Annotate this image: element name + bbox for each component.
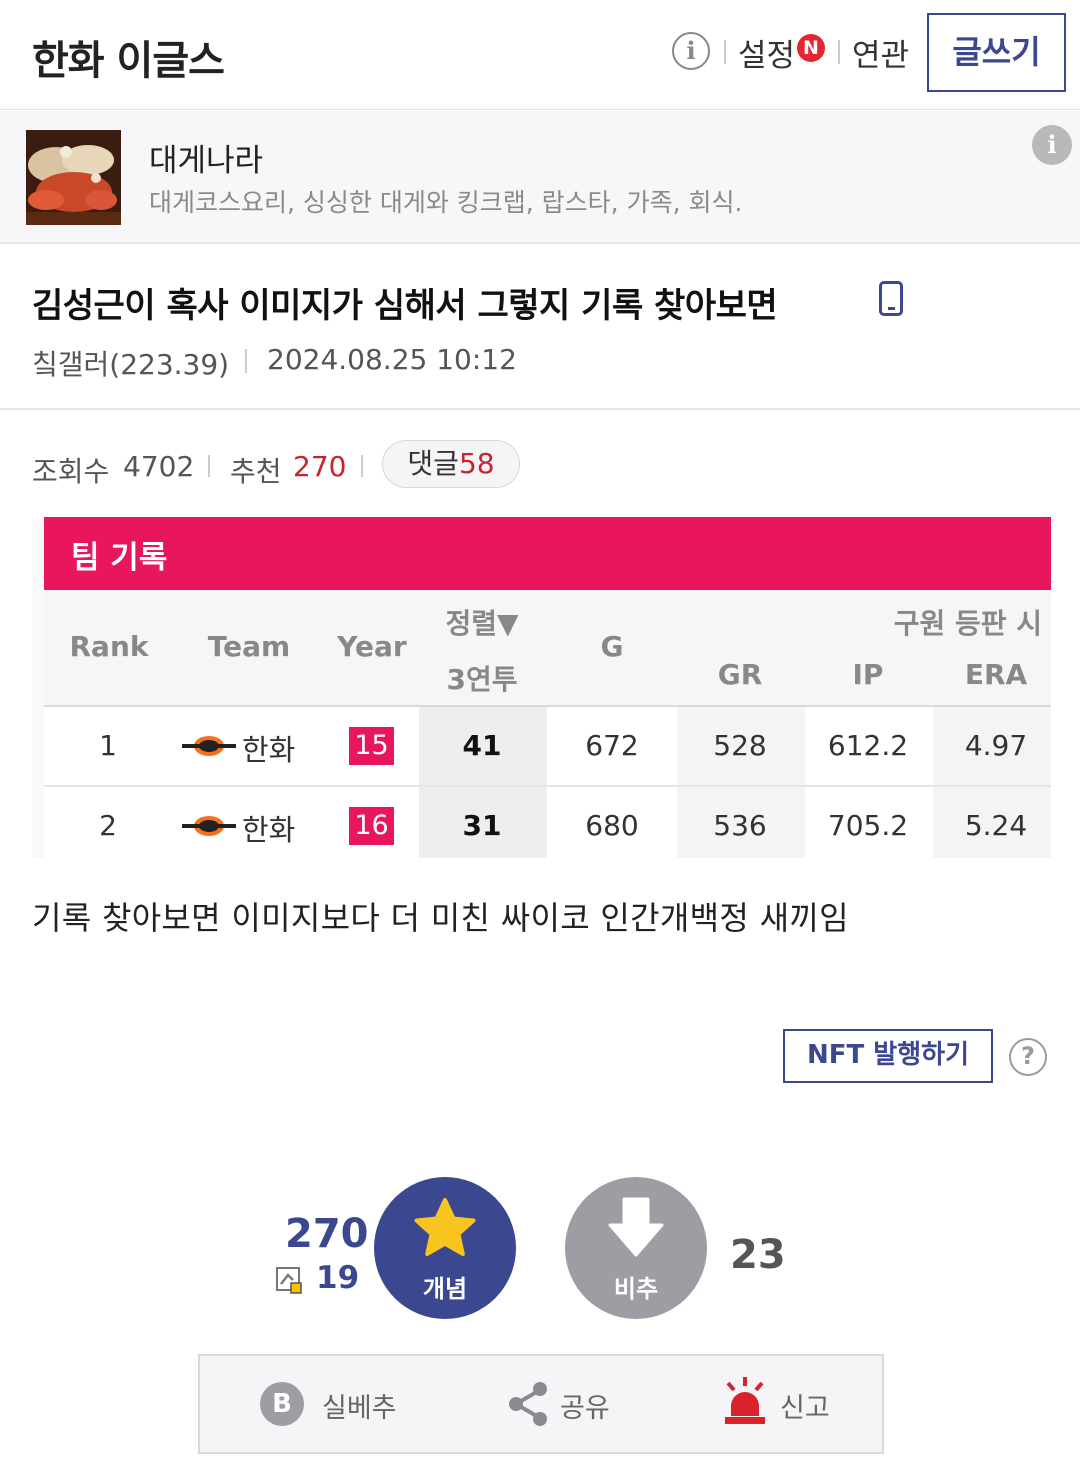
arrow-down-icon [608,1197,664,1257]
ip-cell: 705.2 [827,809,909,842]
col-g: G [600,630,624,663]
best-b-icon: B [260,1382,304,1426]
table-row: 2 한화 16 31 680 536 705.2 5.24 [44,787,1051,858]
post-author[interactable]: 칰갤러(223.39) [32,343,229,383]
divider [245,349,247,373]
nft-issue-button[interactable]: NFT 발행하기 [783,1029,993,1083]
action-bar: B 실베추 공유 신고 [198,1354,884,1454]
mobile-phone-icon [879,281,903,316]
best-recommend-button[interactable]: B 실베추 [260,1356,410,1452]
divider [724,40,726,64]
record-title: 팀 기록 [71,540,168,576]
year-badge: 16 [349,807,394,845]
post-date: 2024.08.25 10:12 [267,343,517,376]
comments-label: 댓글 [407,447,459,480]
g-cell: 680 [585,809,639,842]
views-label: 조회수 [32,455,110,488]
related-button[interactable]: 연관 [852,30,909,75]
recommend-label: 추천 [230,455,282,488]
post-body: 기록 찾아보면 이미지보다 더 미친 싸이코 인간개백정 새끼임 [32,899,849,937]
rank-cell: 2 [99,809,117,842]
seafood-image [26,130,121,225]
report-label: 신고 [780,1393,830,1424]
fixed-user-icon [276,1267,302,1294]
sort-toggle: 정렬▼ [445,607,519,640]
team-cell: 한화 [242,813,296,847]
table-row: 1 한화 15 41 672 528 612.2 4.97 [44,707,1051,785]
post-title: 김성근이 혹사 이미지가 심해서 그렇지 기록 찾아보면 [32,286,778,326]
gallery-header: 한화 이글스 i 설정 N 연관 글쓰기 [0,0,1080,110]
report-button[interactable]: 신고 [722,1356,842,1452]
header-group: 구원 등판 시 [893,607,1042,640]
team-cell: 한화 [242,733,296,767]
g-cell: 672 [585,729,639,762]
three-straight-cell: 41 [462,729,502,762]
col-team: Team [207,630,291,663]
settings-button[interactable]: 설정 [738,30,795,75]
record-header: 팀 기록 [44,517,1051,590]
team-record-image: 팀 기록 Rank Team Year 정렬▼ 3연투 G 구원 등판 시 GR… [32,517,1051,858]
col-ip: IP [852,658,884,691]
gr-cell: 528 [713,729,767,762]
divider [0,408,1080,410]
divider [361,455,363,477]
col-year: Year [337,630,407,663]
era-cell: 4.97 [964,729,1028,762]
fixed-user-count: 19 [316,1260,360,1296]
upvote-button[interactable]: 개념 [374,1177,516,1319]
best-recommend-label: 실베추 [322,1393,397,1424]
ad-title[interactable]: 대게나라 [149,135,263,180]
star-icon [414,1198,476,1256]
downvote-label: 비추 [613,1275,659,1303]
ip-cell: 612.2 [827,729,909,762]
hanwha-logo-icon [182,816,236,836]
record-table: Rank Team Year 정렬▼ 3연투 G 구원 등판 시 GR IP E… [44,590,1051,858]
new-badge: N [797,34,825,62]
downvote-count: 23 [730,1232,786,1278]
info-icon[interactable]: i [1032,125,1072,165]
share-button[interactable]: 공유 [506,1356,626,1452]
comments-button[interactable]: 댓글58 [382,440,520,488]
siren-icon [725,1377,765,1424]
col-era: ERA [964,658,1028,691]
gr-cell: 536 [713,809,767,842]
ad-banner[interactable]: 대게나라 대게코스요리, 싱싱한 대게와 킹크랩, 랍스타, 가족, 회식. [0,111,1080,244]
col-gr: GR [717,658,763,691]
upvote-label: 개념 [422,1275,468,1303]
share-icon [509,1382,547,1426]
divider [838,40,840,64]
help-icon[interactable]: ? [1009,1038,1047,1076]
divider [208,455,210,477]
info-icon[interactable]: i [672,32,710,70]
era-cell: 5.24 [964,809,1028,842]
col-rank: Rank [69,630,149,663]
rank-cell: 1 [99,729,117,762]
year-badge: 15 [349,727,394,765]
downvote-button[interactable]: 비추 [565,1177,707,1319]
recommend-count: 270 [293,450,347,483]
ad-thumbnail[interactable] [26,130,121,225]
ad-description[interactable]: 대게코스요리, 싱싱한 대게와 킹크랩, 랍스타, 가족, 회식. [149,183,742,219]
views-count: 4702 [123,450,195,483]
gallery-title[interactable]: 한화 이글스 [32,28,225,86]
col-three-straight: 3연투 [446,663,518,696]
hanwha-logo-icon [182,736,236,756]
write-button[interactable]: 글쓰기 [927,13,1066,92]
share-label: 공유 [560,1393,610,1424]
upvote-count: 270 [285,1211,369,1257]
comments-count: 58 [458,447,495,480]
three-straight-cell: 31 [462,809,502,842]
